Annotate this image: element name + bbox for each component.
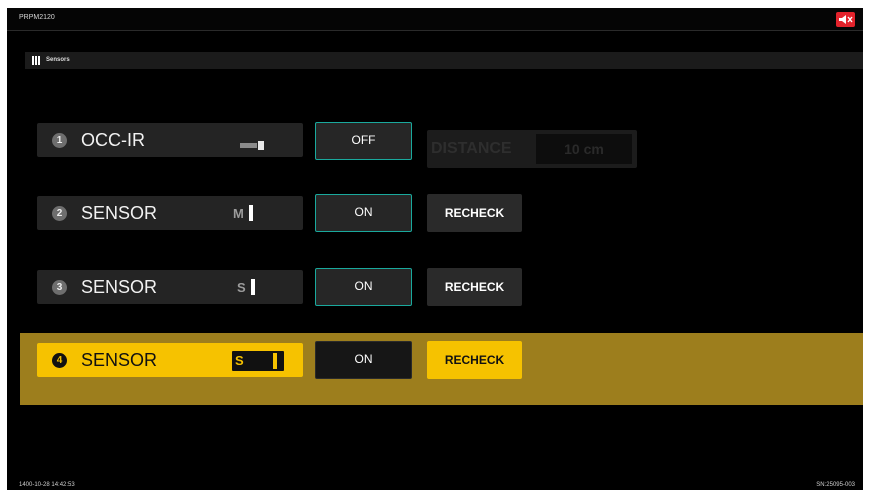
- recheck-button-4[interactable]: RECHECK: [427, 341, 522, 379]
- sensor-row-4: 4 SENSOR S: [37, 343, 303, 377]
- sensor-row-1: 1 OCC-IR: [37, 123, 303, 157]
- sensor-indicator: M: [233, 205, 253, 221]
- distance-value: 10 cm: [536, 134, 632, 164]
- screen: PRPM2120 Sensors 1 OCC-IR OFF DISTANCE 1…: [7, 8, 863, 490]
- indicator-letter: S: [235, 353, 244, 368]
- grid-icon: [32, 56, 41, 65]
- section-title: Sensors: [46, 57, 70, 63]
- indicator-bar: [248, 205, 253, 221]
- row-number: 2: [52, 206, 67, 221]
- distance-label: DISTANCE: [431, 140, 512, 157]
- indicator-letter: S: [237, 280, 246, 295]
- top-bar: PRPM2120: [7, 8, 863, 31]
- footer-datetime: 1400-10-28 14:42:53: [19, 482, 75, 488]
- sensor-row-3: 3 SENSOR S: [37, 270, 303, 304]
- footer-serial: SN:25095-003: [816, 482, 855, 488]
- sensor-row-2: 2 SENSOR M: [37, 196, 303, 230]
- distance-field: DISTANCE 10 cm: [427, 130, 637, 168]
- toggle-button-1[interactable]: OFF: [315, 122, 412, 160]
- sensor-indicator: S: [237, 279, 255, 295]
- toggle-button-2[interactable]: ON: [315, 194, 412, 232]
- row-number: 4: [52, 353, 67, 368]
- row-number: 1: [52, 133, 67, 148]
- toggle-button-4[interactable]: ON: [315, 341, 412, 379]
- ir-beam-icon: [240, 137, 266, 155]
- sensor-indicator: S: [232, 351, 284, 371]
- section-header: Sensors: [25, 52, 863, 69]
- sensor-name: OCC-IR: [81, 130, 145, 150]
- recheck-button-2[interactable]: RECHECK: [427, 194, 522, 232]
- row-number: 3: [52, 280, 67, 295]
- device-name: PRPM2120: [19, 14, 55, 21]
- mute-button[interactable]: [836, 12, 855, 27]
- sensor-name: SENSOR: [81, 203, 158, 223]
- speaker-mute-icon: [839, 15, 853, 24]
- recheck-button-3[interactable]: RECHECK: [427, 268, 522, 306]
- sensor-name: SENSOR: [81, 350, 158, 370]
- toggle-button-3[interactable]: ON: [315, 268, 412, 306]
- sensor-name: SENSOR: [81, 277, 158, 297]
- indicator-bar: [250, 279, 255, 295]
- indicator-letter: M: [233, 206, 244, 221]
- indicator-bar: [273, 353, 277, 369]
